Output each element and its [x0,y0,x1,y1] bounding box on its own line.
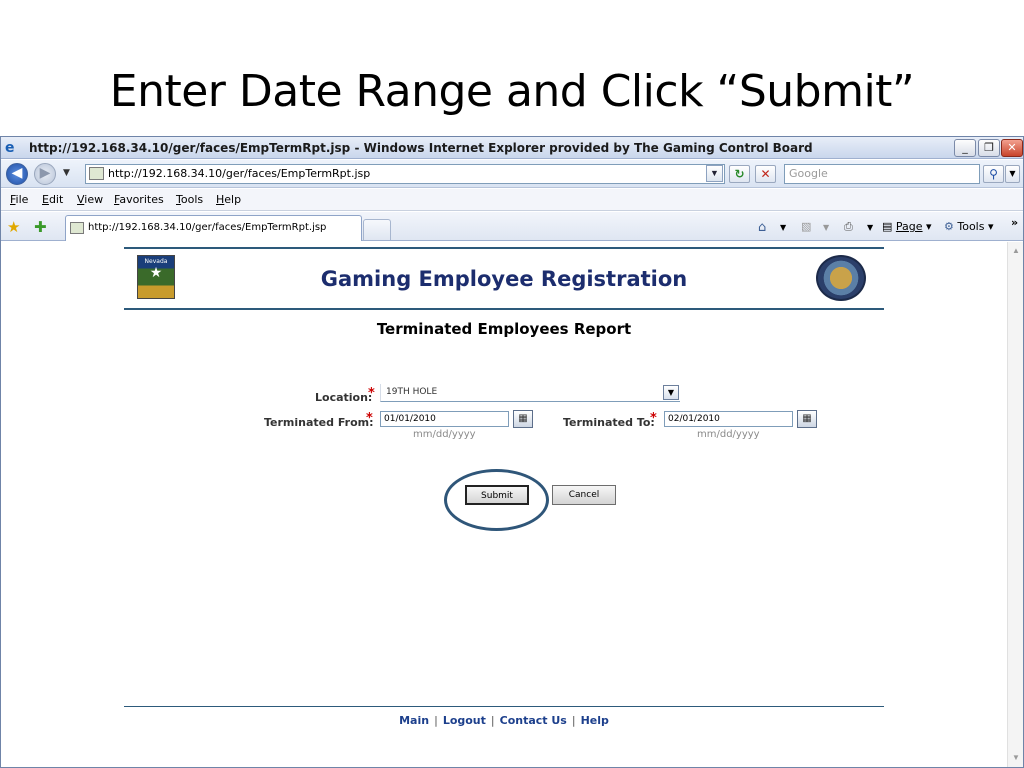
footer-separator: | [434,714,438,727]
feeds-icon[interactable]: ▧ [801,220,811,233]
calendar-from-icon[interactable]: ▦ [513,410,533,428]
address-dropdown-icon[interactable]: ▼ [706,165,723,182]
footer-links: Main | Logout | Contact Us | Help [124,714,884,727]
required-marker: * [368,386,375,401]
footer-link-logout[interactable]: Logout [443,714,486,727]
submit-button[interactable]: Submit [465,485,529,505]
state-seal-logo [816,255,866,301]
search-options-icon[interactable]: ▼ [1005,165,1020,183]
footer-rule [124,706,884,707]
gear-icon: ⚙ [944,220,954,233]
close-button[interactable]: ✕ [1001,139,1023,157]
search-input[interactable]: Google [784,164,980,184]
footer-link-contact[interactable]: Contact Us [500,714,567,727]
header-top-rule [124,247,884,249]
page-viewport: Nevada ★ Gaming Employee Registration Te… [1,242,1007,767]
nevada-logo-text: Nevada [144,258,168,265]
app-title: Gaming Employee Registration [320,267,688,291]
calendar-to-icon[interactable]: ▦ [797,410,817,428]
chevron-down-icon[interactable]: ▼ [663,385,679,400]
page-icon: ▤ [882,220,893,233]
address-toolbar: ◀ ▶ ▼ http://192.168.34.10/ger/faces/Emp… [1,160,1023,188]
favorites-star-icon[interactable]: ★ [7,218,20,236]
report-title: Terminated Employees Report [376,320,632,338]
tab-bar: ★ ✚ http://192.168.34.10/ger/faces/EmpTe… [1,212,1023,241]
location-label: Location: [315,391,373,404]
tab-active[interactable]: http://192.168.34.10/ger/faces/EmpTermRp… [65,215,362,241]
history-dropdown-icon[interactable]: ▼ [63,168,70,178]
terminated-from-input[interactable]: 01/01/2010 [380,411,509,427]
maximize-button[interactable]: ❐ [978,139,1000,157]
page-menu-button[interactable]: ▤ Page ▾ [882,220,932,233]
home-dropdown-icon[interactable]: ▼ [780,223,786,232]
required-marker: * [650,411,657,426]
print-dropdown-icon[interactable]: ▼ [867,223,873,232]
stop-icon[interactable]: ✕ [755,165,776,183]
add-favorite-icon[interactable]: ✚ [34,218,47,236]
scroll-up-icon[interactable]: ▲ [1010,244,1022,258]
address-input[interactable]: http://192.168.34.10/ger/faces/EmpTermRp… [85,164,725,184]
tab-label: http://192.168.34.10/ger/faces/EmpTermRp… [88,222,327,233]
minimize-button[interactable]: _ [954,139,976,157]
location-value: 19TH HOLE [386,387,438,397]
chevron-more-icon[interactable]: » [1011,216,1018,229]
home-icon[interactable]: ⌂ [758,220,766,235]
window-title: http://192.168.34.10/ger/faces/EmpTermRp… [29,141,813,155]
browser-window: e http://192.168.34.10/ger/faces/EmpTerm… [0,136,1024,768]
address-url: http://192.168.34.10/ger/faces/EmpTermRp… [108,167,371,180]
terminated-from-label: Terminated From: [264,416,374,429]
tools-menu-button[interactable]: ⚙ Tools ▾ [944,220,994,233]
menu-view[interactable]: View [77,193,103,206]
scroll-down-icon[interactable]: ▼ [1010,751,1022,765]
location-select[interactable]: 19TH HOLE ▼ [380,384,680,402]
terminated-to-input[interactable]: 02/01/2010 [664,411,793,427]
new-tab-button[interactable] [363,219,391,240]
footer-link-help[interactable]: Help [581,714,609,727]
footer-separator: | [490,714,495,727]
feeds-dropdown-icon[interactable]: ▼ [823,223,829,232]
required-marker: * [366,411,373,426]
forward-button[interactable]: ▶ [34,163,56,185]
window-titlebar: e http://192.168.34.10/ger/faces/EmpTerm… [1,137,1023,159]
to-date-format-hint: mm/dd/yyyy [697,429,760,440]
cancel-button[interactable]: Cancel [552,485,616,505]
ie-logo-icon: e [5,140,15,156]
menu-edit[interactable]: Edit [42,193,63,206]
back-button[interactable]: ◀ [6,163,28,185]
footer-link-main[interactable]: Main [399,714,429,727]
footer-separator: | [571,714,576,727]
tools-menu-label: Tools [957,220,985,233]
menu-favorites[interactable]: Favorites [114,193,164,206]
search-icon[interactable]: ⚲ [983,165,1004,183]
header-bottom-rule [124,308,884,310]
page-icon [70,222,84,234]
page-icon [89,167,104,180]
print-icon[interactable]: ⎙ [844,220,853,234]
page-menu-label: Page [895,220,923,233]
refresh-icon[interactable]: ↻ [729,165,750,183]
menu-file[interactable]: File [10,193,28,206]
menu-tools[interactable]: Tools [176,193,203,206]
slide-title: Enter Date Range and Click “Submit” [109,66,915,117]
vertical-scrollbar[interactable]: ▲ ▼ [1007,242,1023,767]
menu-bar: File Edit View Favorites Tools Help [1,189,1023,211]
terminated-to-label: Terminated To: [563,416,655,429]
menu-help[interactable]: Help [216,193,241,206]
from-date-format-hint: mm/dd/yyyy [413,429,476,440]
